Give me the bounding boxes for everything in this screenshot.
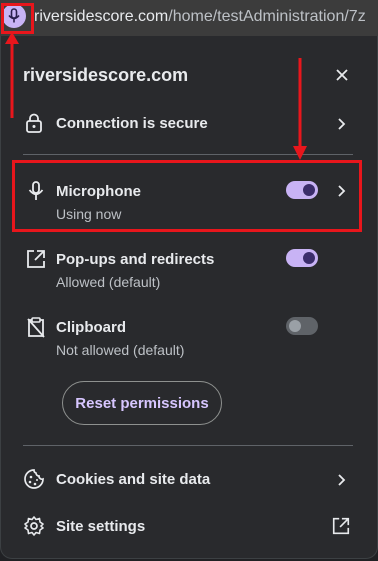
reset-permissions-button[interactable]: Reset permissions (62, 381, 222, 425)
permission-label: Pop-ups and redirects (56, 251, 215, 268)
site-title: riversidescore.com (23, 65, 189, 85)
annotation-arrow-up (5, 32, 19, 118)
clipboard-toggle[interactable] (286, 317, 318, 335)
gear-icon (24, 516, 44, 536)
cookies-label: Cookies and site data (56, 471, 211, 488)
url-domain: riversidescore.com (34, 8, 169, 25)
permission-status: Not allowed (default) (56, 342, 185, 358)
toggle-knob (303, 252, 315, 264)
annotation-arrow-down (293, 58, 307, 160)
toggle-knob (289, 320, 301, 332)
permission-label: Clipboard (56, 319, 126, 336)
divider (23, 445, 353, 446)
annotation-box-microphone (12, 160, 362, 232)
site-info-panel: riversidescore.com Connection is secure … (0, 36, 378, 559)
url-path: /home/testAdministration/7z (168, 8, 366, 25)
popups-toggle[interactable] (286, 249, 318, 267)
permission-status: Allowed (default) (56, 274, 161, 290)
chevron-right-icon (338, 474, 346, 486)
open-in-new-icon (27, 250, 45, 268)
url-text[interactable]: riversidescore.com/home/testAdministrati… (34, 8, 366, 26)
open-in-new-icon[interactable] (331, 516, 351, 536)
clipboard-off-icon (27, 317, 45, 338)
connection-label: Connection is secure (56, 115, 208, 132)
lock-icon (26, 113, 42, 133)
chevron-right-icon (338, 118, 346, 130)
close-icon[interactable] (331, 64, 353, 86)
cookie-icon (24, 469, 44, 489)
address-bar[interactable]: riversidescore.com/home/testAdministrati… (0, 0, 378, 36)
site-settings-label: Site settings (56, 518, 146, 535)
